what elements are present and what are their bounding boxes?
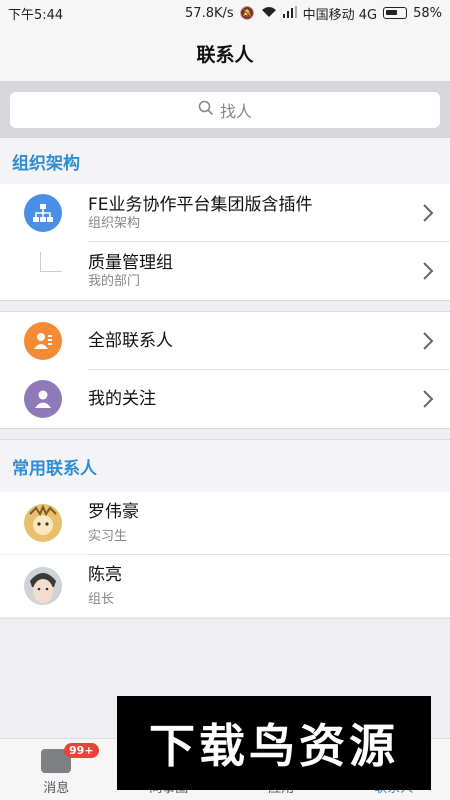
org-structure-icon bbox=[24, 194, 62, 232]
contact-row[interactable]: 罗伟豪 实习生 bbox=[0, 492, 450, 554]
search-icon bbox=[198, 100, 214, 120]
wifi-icon bbox=[261, 6, 277, 20]
section-gap bbox=[0, 300, 450, 312]
row-texts: 全部联系人 bbox=[88, 312, 173, 370]
section-header-frequent: 常用联系人 bbox=[0, 440, 450, 492]
section-title: 组织架构 bbox=[12, 153, 80, 174]
status-time: 下午5:44 bbox=[8, 7, 64, 23]
contact-name: 罗伟豪 bbox=[88, 502, 139, 522]
status-right: 57.8K/s 🔕 中国移动 4G 58% bbox=[185, 4, 442, 23]
tab-label: 消息 bbox=[43, 781, 70, 796]
signal-icon bbox=[282, 6, 297, 20]
contact-row[interactable]: 陈亮 组长 bbox=[0, 555, 450, 617]
search-placeholder: 找人 bbox=[219, 102, 252, 121]
list-item-my-follows[interactable]: 我的关注 bbox=[0, 370, 450, 428]
network-speed: 57.8K/s bbox=[185, 5, 234, 21]
avatar bbox=[24, 567, 62, 605]
all-contacts-label: 全部联系人 bbox=[88, 331, 173, 351]
chevron-right-icon bbox=[423, 204, 434, 222]
list-item-department[interactable]: 质量管理组 我的部门 bbox=[0, 242, 450, 300]
department-name: 质量管理组 bbox=[88, 253, 173, 273]
row-texts: 罗伟豪 实习生 bbox=[88, 492, 139, 554]
contact-title: 实习生 bbox=[88, 529, 128, 544]
department-subtitle: 我的部门 bbox=[88, 274, 141, 289]
contact-name: 陈亮 bbox=[88, 565, 122, 585]
chevron-right-icon bbox=[423, 332, 434, 350]
search-input[interactable]: 找人 bbox=[10, 92, 440, 128]
watermark: 下载鸟资源 bbox=[117, 696, 431, 790]
chevron-right-icon bbox=[423, 390, 434, 408]
contacts-book-icon bbox=[24, 322, 62, 360]
row-texts: 我的关注 bbox=[88, 370, 156, 428]
contact-title: 组长 bbox=[88, 592, 115, 607]
list-item-org[interactable]: FE业务协作平台集团版含插件 组织架构 bbox=[0, 184, 450, 242]
battery-icon bbox=[383, 7, 408, 19]
search-container: 找人 bbox=[0, 82, 450, 138]
battery-percent: 58% bbox=[413, 5, 442, 21]
row-texts: 陈亮 组长 bbox=[88, 555, 122, 617]
list-item-all-contacts[interactable]: 全部联系人 bbox=[0, 312, 450, 370]
tab-messages[interactable]: 消息 99+ bbox=[0, 739, 113, 800]
org-name: FE业务协作平台集团版含插件 bbox=[88, 195, 313, 215]
user-follow-icon bbox=[24, 380, 62, 418]
row-texts: FE业务协作平台集团版含插件 组织架构 bbox=[88, 184, 313, 242]
chevron-right-icon bbox=[423, 262, 434, 280]
section-gap bbox=[0, 428, 450, 440]
carrier-name: 中国移动 4G bbox=[302, 7, 378, 23]
org-subtitle: 组织架构 bbox=[88, 216, 141, 231]
nav-bar: 联系人 bbox=[0, 26, 450, 82]
mute-icon: 🔕 bbox=[239, 6, 255, 20]
avatar bbox=[24, 504, 62, 542]
section-title: 常用联系人 bbox=[12, 458, 97, 479]
tree-connector-icon bbox=[40, 252, 62, 272]
watermark-text: 下载鸟资源 bbox=[149, 719, 399, 773]
unread-badge: 99+ bbox=[64, 743, 99, 758]
row-texts: 质量管理组 我的部门 bbox=[88, 242, 173, 300]
section-header-org: 组织架构 bbox=[0, 138, 450, 184]
page-title: 联系人 bbox=[196, 44, 254, 66]
status-bar: 下午5:44 57.8K/s 🔕 中国移动 4G 58% bbox=[0, 0, 450, 26]
my-follows-label: 我的关注 bbox=[88, 389, 156, 409]
